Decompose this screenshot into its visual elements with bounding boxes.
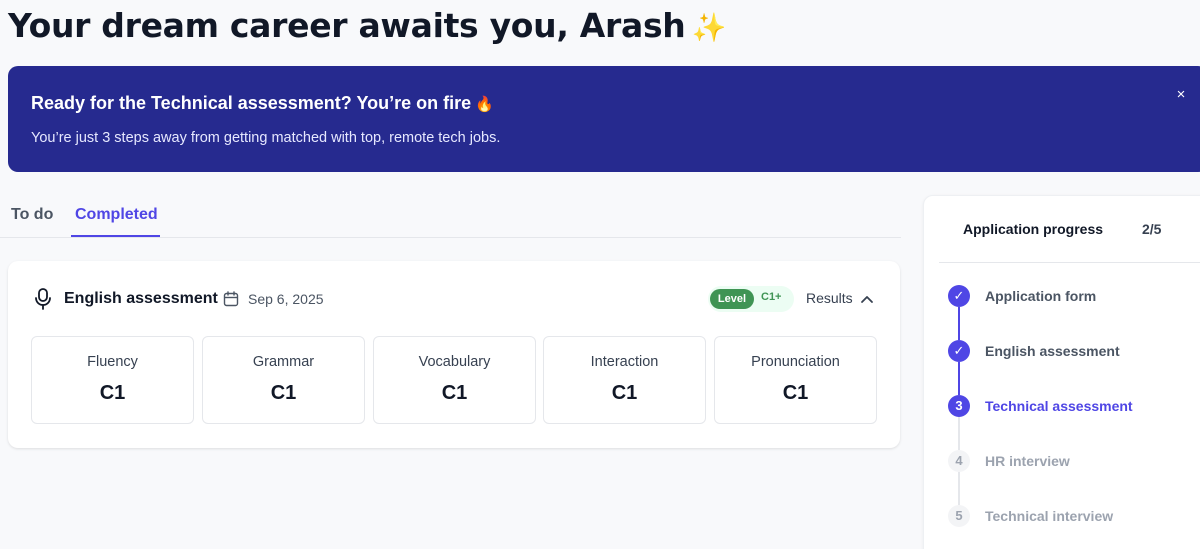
skill-score: C1: [611, 382, 638, 404]
step-english-assessment: English assessment: [985, 343, 1120, 359]
close-icon[interactable]: ×: [1172, 86, 1190, 104]
skill-score: C1: [270, 382, 297, 404]
check-icon: ✓: [948, 285, 970, 307]
skill-label: Grammar: [252, 354, 315, 370]
skill-label: Fluency: [87, 354, 138, 370]
step-technical-interview: Technical interview: [985, 508, 1114, 524]
progress-title: Application progress: [963, 221, 1104, 237]
application-progress-panel: Application progress 2/5 ✓ Application f…: [923, 195, 1200, 549]
step-technical-assessment[interactable]: Technical assessment: [985, 398, 1133, 414]
dashboard-page: Your dream career awaits you, Arash ✨ Rea…: [0, 0, 1200, 549]
progress-count: 2/5: [1142, 221, 1162, 237]
skill-card-grammar: Grammar C1: [202, 336, 365, 424]
level-tag: Level: [710, 289, 754, 309]
active-tab-indicator: [71, 235, 160, 237]
banner-title-text: Ready for the Technical assessment? You’…: [31, 93, 472, 113]
chevron-up-icon[interactable]: [860, 293, 874, 305]
step-number-badge: 4: [948, 450, 970, 472]
microphone-icon: [35, 288, 51, 310]
assessment-title: English assessment: [64, 290, 218, 307]
tab-to-do[interactable]: To do: [11, 206, 53, 224]
skill-score: C1: [441, 382, 468, 404]
skill-score: C1: [99, 382, 126, 404]
level-value: C1+: [761, 291, 782, 303]
banner-subtitle: You’re just 3 steps away from getting ma…: [31, 130, 501, 146]
calendar-icon: [223, 291, 239, 307]
skill-label: Vocabulary: [418, 354, 491, 370]
english-assessment-card: English assessment Sep 6, 2025 Level C1+…: [8, 261, 900, 448]
step-number-badge: 5: [948, 505, 970, 527]
divider: [939, 262, 1200, 263]
step-connector: [958, 417, 960, 450]
step-application-form: Application form: [985, 288, 1097, 304]
step-connector: [958, 472, 960, 505]
results-toggle[interactable]: Results: [806, 290, 853, 310]
banner-title: Ready for the Technical assessment? You’…: [31, 93, 494, 114]
skill-label: Interaction: [590, 354, 659, 370]
page-title-text: Your dream career awaits you, Arash: [8, 6, 686, 45]
step-hr-interview: HR interview: [985, 453, 1070, 469]
skill-card-interaction: Interaction C1: [543, 336, 706, 424]
step-connector: [958, 307, 960, 340]
assessment-tabs: To do Completed: [0, 196, 901, 238]
skill-card-pronunciation: Pronunciation C1: [714, 336, 877, 424]
promo-banner: Ready for the Technical assessment? You’…: [8, 66, 1200, 172]
assessment-date: Sep 6, 2025: [248, 291, 324, 307]
tab-completed[interactable]: Completed: [75, 206, 158, 224]
skill-card-fluency: Fluency C1: [31, 336, 194, 424]
skill-score: C1: [782, 382, 809, 404]
sparkle-icon: ✨: [691, 11, 727, 44]
skill-card-vocabulary: Vocabulary C1: [373, 336, 536, 424]
page-title: Your dream career awaits you, Arash ✨: [8, 6, 726, 45]
check-icon: ✓: [948, 340, 970, 362]
skill-label: Pronunciation: [751, 354, 840, 370]
fire-icon: 🔥: [475, 96, 494, 113]
level-badge: Level C1+: [708, 286, 794, 312]
step-number-badge: 3: [948, 395, 970, 417]
step-connector: [958, 362, 960, 395]
